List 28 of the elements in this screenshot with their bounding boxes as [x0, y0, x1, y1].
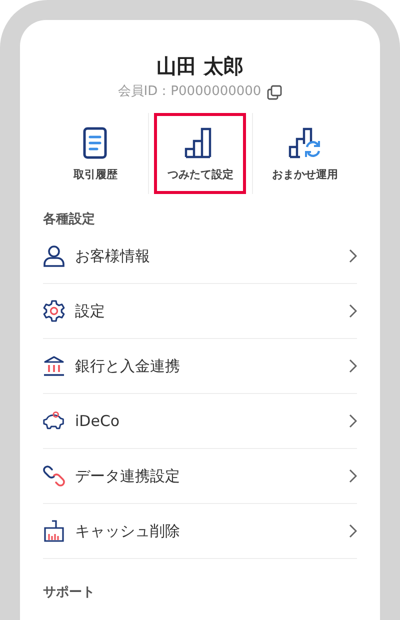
copy-icon[interactable] [267, 84, 282, 100]
settings-item[interactable]: 銀行と入金連携 [43, 339, 357, 394]
member-id: 会員ID：P0000000000 [118, 83, 262, 101]
section-heading: サポート [43, 584, 96, 602]
chevron-icon [349, 249, 357, 263]
piggy-bank-icon [43, 410, 65, 432]
document-icon [83, 127, 108, 159]
settings-item[interactable]: iDeCo [43, 394, 357, 449]
shortcut-button[interactable]: つみたて設定 [154, 113, 246, 194]
brush-icon [43, 520, 65, 542]
chevron-icon [349, 359, 357, 373]
user-name: 山田 太郎 [156, 53, 244, 80]
settings-icon [43, 300, 65, 322]
chevron-icon [349, 414, 357, 428]
chevron-icon [349, 469, 357, 483]
link-icon [43, 465, 65, 487]
settings-item[interactable]: データ連携設定 [43, 449, 357, 504]
shortcut-button[interactable]: おまかせ運用 [259, 113, 352, 194]
chevron-icon [349, 524, 357, 538]
settings-item[interactable]: キャッシュ削除 [43, 504, 357, 559]
chart-refresh-icon [288, 127, 322, 159]
settings-item[interactable]: 設定 [43, 284, 357, 339]
person-icon [43, 245, 65, 267]
settings-item[interactable]: お客様情報 [43, 229, 357, 284]
shortcut-button[interactable]: 取引履歴 [49, 113, 142, 194]
section-heading: 各種設定 [43, 211, 96, 229]
chevron-icon [349, 304, 357, 318]
bank-icon [43, 355, 65, 377]
